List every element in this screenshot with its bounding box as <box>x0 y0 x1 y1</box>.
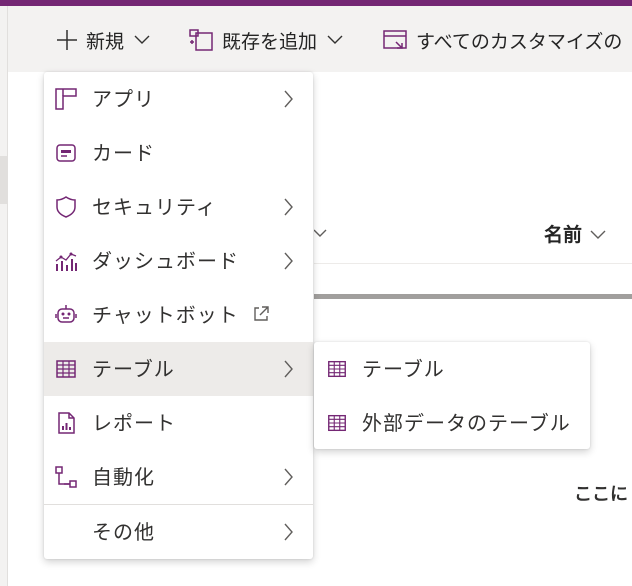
left-navigation-selected-item[interactable] <box>0 156 7 204</box>
plus-icon <box>56 29 78 51</box>
menu-item-label: 自動化 <box>92 465 155 489</box>
flow-icon <box>54 465 78 489</box>
empty-state-text: ここに <box>574 484 628 505</box>
chevron-down-icon <box>327 35 343 45</box>
menu-item-report[interactable]: レポート <box>44 396 313 450</box>
menu-item-automation[interactable]: 自動化 <box>44 450 313 504</box>
submenu-item-label: 外部データのテーブル <box>362 411 571 435</box>
menu-item-app[interactable]: アプリ <box>44 72 313 126</box>
name-column-header[interactable]: 名前 <box>544 220 606 247</box>
chevron-right-icon <box>284 90 294 112</box>
submenu-item-table[interactable]: テーブル <box>314 342 590 396</box>
report-icon <box>54 411 78 435</box>
menu-item-card[interactable]: カード <box>44 126 313 180</box>
external-link-icon <box>252 305 270 327</box>
chevron-right-icon <box>284 468 294 490</box>
menu-item-label: カード <box>92 141 155 165</box>
all-customizations-label: すべてのカスタマイズの <box>416 30 623 53</box>
all-customizations-button[interactable]: すべてのカスタマイズの <box>382 28 623 53</box>
chevron-right-icon <box>284 360 294 382</box>
menu-item-label: その他 <box>92 520 155 544</box>
chevron-right-icon <box>284 252 294 274</box>
new-button[interactable]: 新規 <box>56 28 150 53</box>
card-icon <box>54 141 78 165</box>
bot-icon <box>54 303 78 327</box>
chevron-right-icon <box>284 523 294 545</box>
menu-item-label: アプリ <box>92 87 155 111</box>
submenu-item-label: テーブル <box>362 357 445 381</box>
table-column-header-row: 名前 <box>313 205 632 264</box>
menu-item-label: チャットボット <box>92 303 239 327</box>
command-bar: 新規 既存を追加 すべてのカスタマイズの <box>8 6 632 72</box>
new-button-label: 新規 <box>86 30 125 53</box>
add-existing-label: 既存を追加 <box>222 30 318 53</box>
menu-item-label: ダッシュボード <box>92 249 239 273</box>
menu-item-label: テーブル <box>92 357 175 381</box>
menu-item-other[interactable]: その他 <box>44 505 313 559</box>
open-customizations-icon <box>382 28 408 52</box>
add-existing-button[interactable]: 既存を追加 <box>188 28 343 53</box>
menu-item-chatbot[interactable]: チャットボット <box>44 288 313 342</box>
menu-item-security[interactable]: セキュリティ <box>44 180 313 234</box>
left-navigation-rail <box>0 6 8 586</box>
chevron-down-icon <box>590 223 606 245</box>
menu-item-table[interactable]: テーブル <box>44 342 313 396</box>
table-icon <box>326 358 348 380</box>
dashboard-chart-icon <box>54 249 78 273</box>
loading-progress-bar <box>314 294 632 299</box>
table-icon <box>54 357 78 381</box>
table-submenu: テーブル 外部データのテーブル <box>314 342 590 449</box>
add-existing-icon <box>188 28 214 52</box>
chevron-down-icon <box>134 35 150 45</box>
name-column-label: 名前 <box>544 224 583 246</box>
menu-item-label: セキュリティ <box>92 195 217 219</box>
menu-item-dashboard[interactable]: ダッシュボード <box>44 234 313 288</box>
submenu-item-external-data-table[interactable]: 外部データのテーブル <box>314 396 590 450</box>
chevron-right-icon <box>284 198 294 220</box>
menu-item-label: レポート <box>92 411 176 435</box>
app-grid-icon <box>54 87 78 111</box>
chevron-down-icon[interactable] <box>313 224 328 243</box>
shield-icon <box>54 195 78 219</box>
table-icon <box>326 412 348 434</box>
new-menu: アプリ カード セキュリティ ダッシュボード チャットボット テーブル レポート… <box>44 72 313 559</box>
